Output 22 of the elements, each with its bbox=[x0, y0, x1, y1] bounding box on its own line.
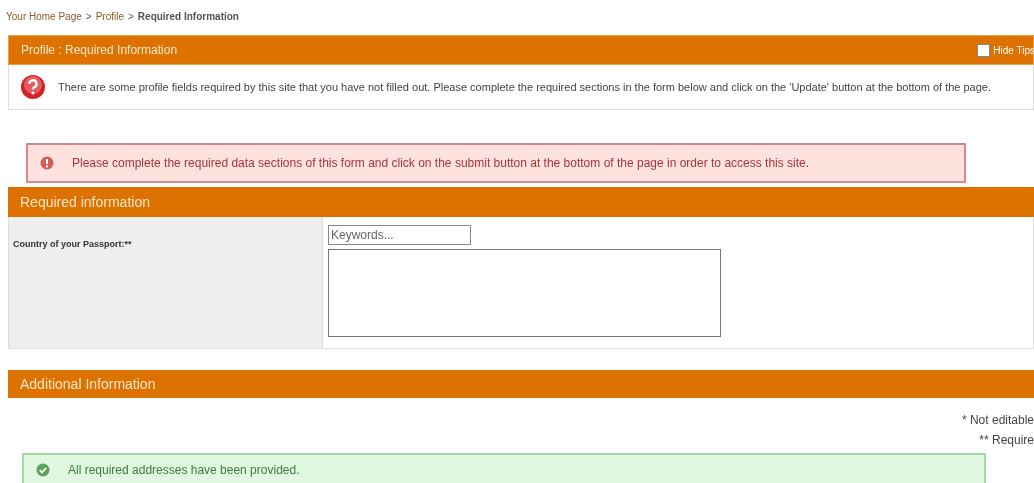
help-icon bbox=[20, 74, 46, 100]
breadcrumb-link[interactable]: Profile bbox=[95, 10, 124, 22]
exclamation-icon bbox=[40, 156, 54, 170]
list-box[interactable] bbox=[328, 249, 721, 337]
breadcrumb-separator: > bbox=[128, 10, 134, 22]
checkbox[interactable] bbox=[977, 43, 991, 57]
legend-text: ** Require bbox=[979, 433, 1034, 447]
hide-tips-checkbox[interactable]: Hide Tips bbox=[977, 43, 1034, 57]
hide-tips-label: Hide Tips bbox=[993, 44, 1034, 56]
check-icon bbox=[36, 463, 50, 477]
section-title: Additional Information bbox=[20, 376, 156, 392]
tip-text: There are some profile fields required by this site that you have not filled out. Please complete the required sections in the form below and click on the 'Update' button at the bottom of the page. bbox=[58, 81, 992, 93]
success-text: All required addresses have been provided. bbox=[68, 463, 300, 477]
breadcrumb-separator: > bbox=[85, 10, 92, 22]
legend-text: * Not editable bbox=[961, 413, 1034, 427]
section-title: Required information bbox=[20, 194, 150, 210]
breadcrumb-current: Required Information bbox=[137, 10, 239, 22]
keywords-field[interactable]: Keywords... bbox=[328, 225, 471, 245]
error-text: Please complete the required data sections of this form and click on the submit button at the bottom of the page in order to access this site. bbox=[72, 156, 810, 170]
field-label: Country of your Passport:** bbox=[13, 239, 132, 249]
panel-title: Profile : Required Information bbox=[21, 43, 178, 57]
breadcrumb-link[interactable]: Your Home Page bbox=[6, 10, 82, 22]
